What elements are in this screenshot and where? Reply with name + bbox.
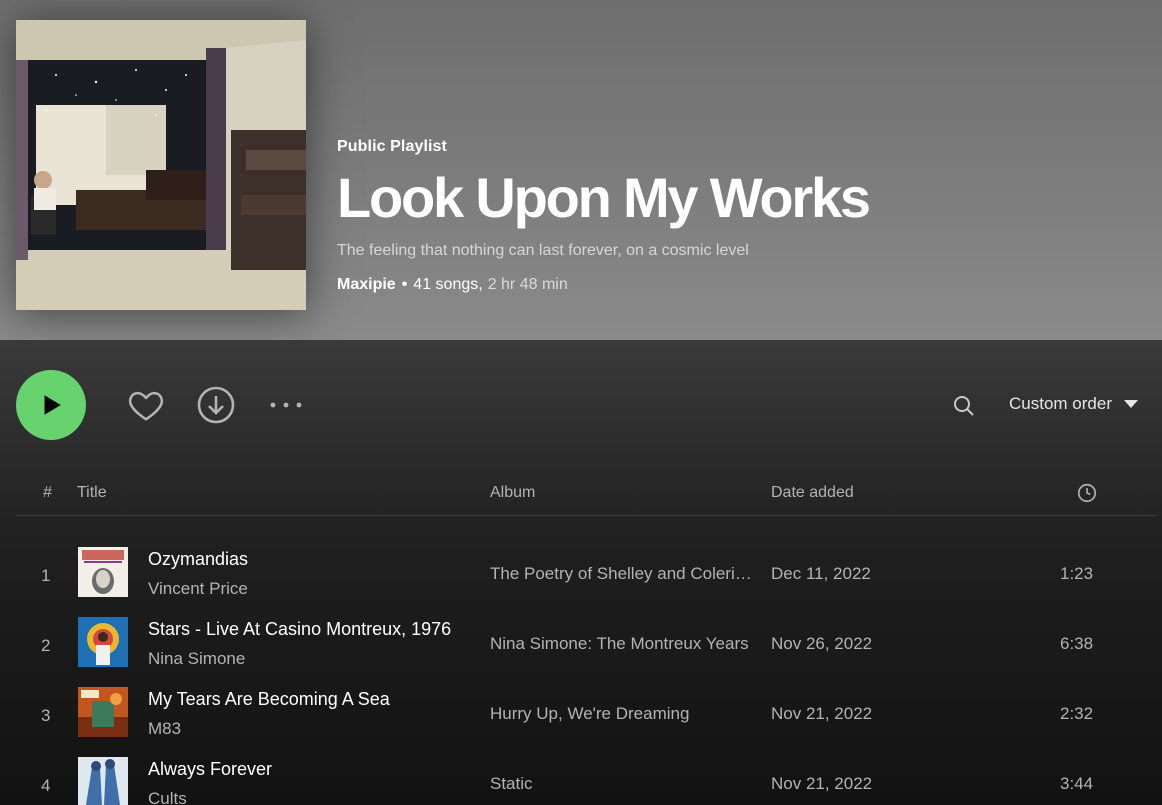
track-artist-link[interactable]: Vincent Price <box>148 579 248 599</box>
track-duration: 1:23 <box>1060 564 1094 583</box>
track-title-link[interactable]: My Tears Are Becoming A Sea <box>148 689 460 710</box>
track-album-art <box>78 547 128 597</box>
track-album-art <box>78 617 128 667</box>
more-icon <box>270 402 302 408</box>
track-duration: 6:38 <box>1060 634 1094 653</box>
more-options-button[interactable] <box>266 392 306 418</box>
search-icon <box>954 396 974 416</box>
playlist-title[interactable]: Look Upon My Works <box>337 166 871 230</box>
play-icon <box>44 395 61 415</box>
track-album-link[interactable]: Hurry Up, We're Dreaming <box>490 704 752 724</box>
track-artist-link[interactable]: Cults <box>148 789 187 805</box>
sort-label: Custom order <box>1009 394 1112 413</box>
track-album-link[interactable]: The Poetry of Shelley and Coleridge <box>490 564 752 584</box>
playlist-header: Public Playlist Look Upon My Works The f… <box>0 0 1162 340</box>
track-row[interactable]: 2 Stars - Live At Casino Montreux, 1976 … <box>16 611 1157 681</box>
track-date-added: Nov 21, 2022 <box>771 704 873 723</box>
column-header-duration[interactable] <box>1076 482 1098 509</box>
track-album-art <box>78 687 128 737</box>
track-artist-link[interactable]: M83 <box>148 719 181 739</box>
clock-icon <box>1077 483 1097 503</box>
track-date-added: Nov 26, 2022 <box>771 634 873 653</box>
column-header-album[interactable]: Album <box>490 484 535 502</box>
tracklist-section: Custom order # Title Album Date added 1 … <box>0 340 1162 805</box>
heart-icon <box>128 391 164 421</box>
track-duration: 2:32 <box>1060 704 1094 723</box>
like-button[interactable] <box>124 383 168 427</box>
track-date-added: Nov 21, 2022 <box>771 774 873 793</box>
playlist-duration: 2 hr 48 min <box>487 276 568 293</box>
playlist-info: Public Playlist Look Upon My Works The f… <box>337 138 871 294</box>
song-count: 41 songs, <box>413 276 483 293</box>
track-title-link[interactable]: Ozymandias <box>148 549 460 570</box>
track-row[interactable]: 3 My Tears Are Becoming A Sea M83 Hurry … <box>16 681 1157 751</box>
track-date-added: Dec 11, 2022 <box>771 564 871 583</box>
playlist-meta: Maxipie • 41 songs, 2 hr 48 min <box>337 276 869 294</box>
track-number: 1 <box>41 566 51 585</box>
track-album-link[interactable]: Nina Simone: The Montreux Years <box>490 634 752 654</box>
meta-separator: • <box>401 276 408 293</box>
sort-dropdown[interactable]: Custom order <box>1009 394 1138 414</box>
track-number: 4 <box>41 776 51 795</box>
download-button[interactable] <box>196 385 236 425</box>
playlist-owner-link[interactable]: Maxipie <box>337 276 396 294</box>
tracklist-header: # Title Album Date added <box>16 480 1157 516</box>
track-title-link[interactable]: Always Forever <box>148 759 460 780</box>
track-duration: 3:44 <box>1060 774 1094 793</box>
play-button[interactable] <box>16 370 86 440</box>
track-album-art <box>78 757 128 805</box>
caret-down-icon <box>1123 400 1138 408</box>
track-artist-link[interactable]: Nina Simone <box>148 649 245 669</box>
playlist-cover-image[interactable] <box>16 20 306 310</box>
playlist-description: The feeling that nothing can last foreve… <box>337 242 749 259</box>
cover-artwork <box>16 20 306 310</box>
playlist-type-label: Public Playlist <box>337 138 447 155</box>
track-row[interactable]: 1 Ozymandias Vincent Price The Poetry of… <box>16 541 1157 611</box>
track-title-link[interactable]: Stars - Live At Casino Montreux, 1976 <box>148 619 460 640</box>
column-header-number: # <box>43 484 52 501</box>
column-header-title[interactable]: Title <box>77 484 107 502</box>
download-icon <box>197 386 235 424</box>
track-number: 3 <box>41 706 51 725</box>
track-album-link[interactable]: Static <box>490 774 752 794</box>
track-row[interactable]: 4 Always Forever Cults Static Nov 21, 20… <box>16 751 1157 805</box>
column-header-date-added[interactable]: Date added <box>771 484 854 502</box>
track-number: 2 <box>41 636 51 655</box>
search-in-playlist-button[interactable] <box>950 392 978 420</box>
